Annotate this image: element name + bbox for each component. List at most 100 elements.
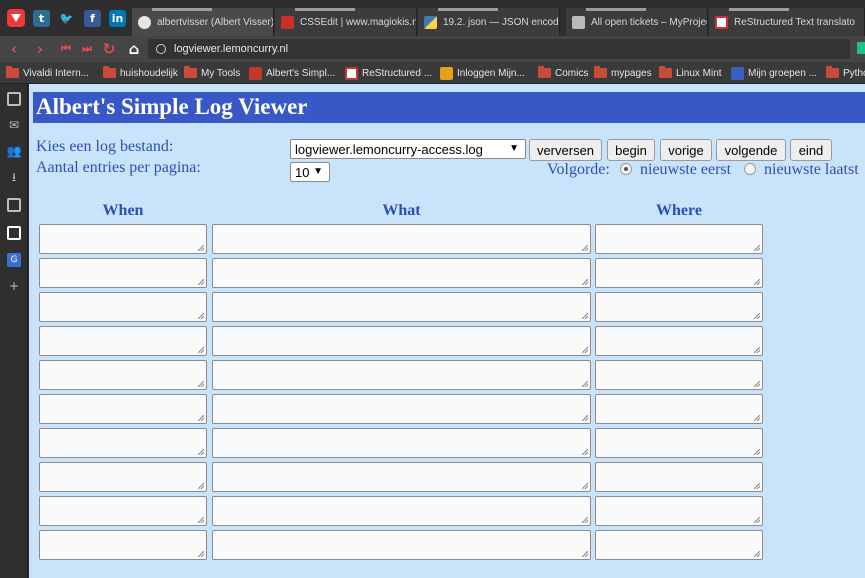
where-field[interactable] <box>595 530 763 560</box>
tab-title: albertvisser (Albert Visser) <box>157 16 274 28</box>
where-field[interactable] <box>595 394 763 424</box>
where-field[interactable] <box>595 258 763 288</box>
bookmark-label: Mijn groepen ... <box>748 67 817 79</box>
page-title: Albert's Simple Log Viewer <box>36 94 308 119</box>
bookmark-site[interactable]: ReStructured ... <box>345 65 432 81</box>
translate-icon[interactable]: G <box>7 253 21 267</box>
next-button[interactable]: volgende <box>716 139 786 161</box>
mail-icon[interactable]: ✉ <box>7 118 21 132</box>
tab-python-json[interactable]: 19.2. json — JSON encoder <box>418 8 560 36</box>
bookmark-folder[interactable]: Comics <box>538 65 588 81</box>
when-field[interactable] <box>39 224 207 254</box>
tab-github[interactable]: albertvisser (Albert Visser) <box>132 8 274 36</box>
where-field[interactable] <box>595 292 763 322</box>
what-field[interactable] <box>212 360 591 390</box>
entries-label: Aantal entries per pagina: <box>36 159 201 176</box>
bookmark-label: huishoudelijk <box>120 67 178 79</box>
order-newest-first-radio[interactable] <box>620 163 632 175</box>
python-icon <box>424 15 437 29</box>
bookmark-folder[interactable]: Pytho <box>826 65 865 81</box>
home-icon[interactable]: ⌂ <box>125 40 143 58</box>
when-field[interactable] <box>39 462 207 492</box>
what-field[interactable] <box>212 292 591 322</box>
where-field[interactable] <box>595 462 763 492</box>
bookmark-label: Inloggen Mijn... <box>457 67 525 79</box>
what-field[interactable] <box>212 326 591 356</box>
entries-select[interactable]: 10 ▼ <box>290 162 330 182</box>
folder-icon <box>184 66 197 78</box>
when-field[interactable] <box>39 496 207 526</box>
fast-forward-icon[interactable]: ⏭ <box>78 40 96 58</box>
forward-icon[interactable]: › <box>31 40 49 58</box>
what-field[interactable] <box>212 462 591 492</box>
bookmark-folder[interactable]: Linux Mint <box>659 65 722 81</box>
facebook-icon[interactable]: f <box>84 10 101 27</box>
bookmark-label: ReStructured ... <box>362 67 433 79</box>
url-field[interactable]: logviewer.lemoncurry.nl <box>148 39 850 59</box>
where-field[interactable] <box>595 224 763 254</box>
web-panel-icon[interactable] <box>7 226 21 240</box>
github-icon <box>138 15 151 29</box>
when-field[interactable] <box>39 428 207 458</box>
bookmark-flag-icon[interactable] <box>857 42 865 54</box>
twitter-icon[interactable]: 🐦 <box>58 10 75 27</box>
when-field[interactable] <box>39 292 207 322</box>
folder-icon <box>826 66 839 78</box>
rewind-icon[interactable]: ⏮ <box>57 40 75 58</box>
previous-button[interactable]: vorige <box>660 139 712 161</box>
bookmark-folder[interactable]: My Tools <box>184 65 240 81</box>
title-bar: Albert's Simple Log Viewer <box>33 92 865 123</box>
reload-icon[interactable]: ↻ <box>100 40 118 58</box>
where-field[interactable] <box>595 428 763 458</box>
log-file-value: logviewer.lemoncurry-access.log <box>295 141 483 157</box>
bookmarks-panel-icon[interactable] <box>7 92 21 106</box>
bookmark-site[interactable]: Albert's Simpl... <box>249 65 335 81</box>
what-field[interactable] <box>212 530 591 560</box>
what-field[interactable] <box>212 394 591 424</box>
add-panel-icon[interactable]: + <box>7 279 21 293</box>
what-field[interactable] <box>212 496 591 526</box>
pinned-tab-icon[interactable]: t <box>33 10 50 27</box>
folder-icon <box>6 66 19 78</box>
order-newest-first-label: nieuwste eerst <box>640 161 732 178</box>
bookmark-site[interactable]: Mijn groepen ... <box>731 65 817 81</box>
order-label: Volgorde: <box>547 161 610 178</box>
bookmark-label: My Tools <box>201 67 241 79</box>
bookmark-folder[interactable]: huishoudelijk <box>103 65 178 81</box>
what-field[interactable] <box>212 258 591 288</box>
last-button[interactable]: eind <box>790 139 832 161</box>
url-text: logviewer.lemoncurry.nl <box>174 43 289 55</box>
where-field[interactable] <box>595 326 763 356</box>
dropdown-arrow-icon: ▼ <box>509 143 519 154</box>
entries-value: 10 <box>295 164 310 180</box>
refresh-button[interactable]: verversen <box>529 139 602 161</box>
when-field[interactable] <box>39 530 207 560</box>
downloads-icon[interactable]: ⭳ <box>7 170 21 185</box>
contacts-icon[interactable]: 👥 <box>7 144 22 158</box>
back-icon[interactable]: ‹ <box>5 40 23 58</box>
linkedin-icon[interactable]: in <box>109 10 126 27</box>
log-file-select[interactable]: logviewer.lemoncurry-access.log ▼ <box>290 139 526 159</box>
order-newest-last-radio[interactable] <box>744 163 756 175</box>
first-button[interactable]: begin <box>607 139 655 161</box>
site-icon <box>249 66 262 80</box>
bookmark-site[interactable]: Inloggen Mijn... <box>440 65 525 81</box>
tab-title: 19.2. json — JSON encoder <box>443 16 560 28</box>
when-field[interactable] <box>39 258 207 288</box>
rst-icon <box>715 15 728 29</box>
tab-trac[interactable]: All open tickets – MyProject <box>566 8 708 36</box>
vivaldi-menu-icon[interactable] <box>7 9 25 27</box>
when-field[interactable] <box>39 326 207 356</box>
when-field[interactable] <box>39 394 207 424</box>
where-field[interactable] <box>595 360 763 390</box>
where-field[interactable] <box>595 496 763 526</box>
what-field[interactable] <box>212 428 591 458</box>
tab-cssedit[interactable]: CSSEdit | www.magiokis.nl <box>275 8 417 36</box>
when-field[interactable] <box>39 360 207 390</box>
what-field[interactable] <box>212 224 591 254</box>
bookmark-folder[interactable]: Vivaldi Intern... <box>6 65 89 81</box>
bookmark-folder[interactable]: mypages <box>594 65 652 81</box>
tab-rst[interactable]: ReStructured Text translato <box>709 8 865 36</box>
trac-icon <box>572 15 585 29</box>
notes-icon[interactable] <box>7 198 21 212</box>
